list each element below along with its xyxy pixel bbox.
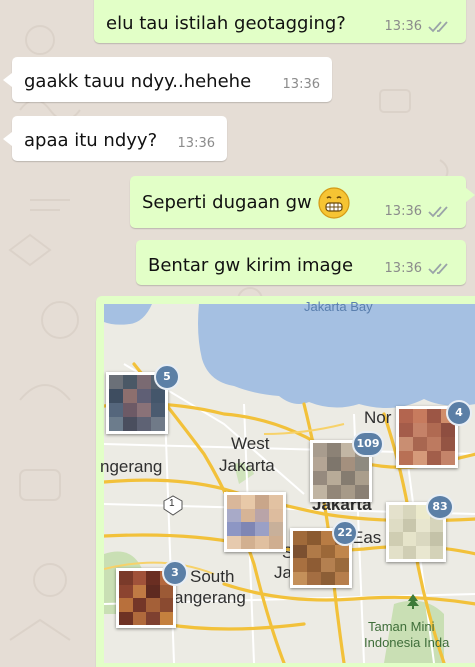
double-check-icon	[428, 20, 448, 32]
photo-count-badge: 109	[352, 431, 384, 457]
message-text: gaakk tauu ndyy..hehehe	[24, 71, 252, 92]
photo-cluster-thumbnail[interactable]	[224, 492, 286, 552]
map-label-south: South	[190, 567, 235, 586]
map-label-west: West	[231, 434, 270, 453]
message-time: 13:36	[384, 204, 422, 219]
message-time: 13:36	[384, 261, 422, 276]
message-bubble-outgoing[interactable]: elu tau istilah geotagging? 13:36	[94, 0, 466, 43]
message-text: apaa itu ndyy?	[24, 130, 158, 151]
grinning-face-emoji	[318, 187, 350, 219]
double-check-icon	[428, 262, 448, 274]
park-tree-icon	[407, 594, 419, 609]
map-label-taman-mini: Taman Mini	[368, 619, 435, 634]
message-bubble-incoming[interactable]: gaakk tauu ndyy..hehehe 13:36	[3, 57, 332, 102]
message-bubble-incoming[interactable]: apaa itu ndyy? 13:36	[3, 116, 227, 161]
message-bubble-outgoing[interactable]: Bentar gw kirim image 13:36	[136, 240, 466, 285]
map-label-west: Jakarta	[219, 456, 275, 475]
message-text: Seperti dugaan gw	[142, 187, 350, 219]
photo-count-badge: 83	[426, 494, 454, 520]
map-label-highway-number: 1	[169, 498, 175, 509]
message-time: 13:36	[177, 136, 215, 151]
photo-count-badge: 5	[154, 364, 180, 390]
map-label-tangerang: ngerang	[100, 457, 163, 476]
double-check-icon	[428, 205, 448, 217]
map-label-south: angerang	[174, 588, 246, 607]
message-bubble-outgoing[interactable]: Seperti dugaan gw 13:36	[130, 176, 475, 228]
map-label-north: Nor	[364, 408, 392, 427]
message-time: 13:36	[282, 77, 320, 92]
message-text: elu tau istilah geotagging?	[106, 13, 346, 34]
message-text: Bentar gw kirim image	[148, 255, 354, 276]
map-label-bay: Jakarta Bay	[304, 299, 373, 314]
image-message-map[interactable]: Jakarta Bay West Jakarta Nor Jakarta nge…	[96, 296, 475, 667]
photo-count-badge: 3	[162, 560, 188, 586]
blurred-photo	[227, 495, 283, 549]
photo-count-badge: 22	[332, 520, 358, 546]
photo-count-badge: 4	[446, 400, 472, 426]
map-label-taman-mini: Indonesia Inda	[364, 635, 450, 650]
message-time: 13:36	[384, 19, 422, 34]
